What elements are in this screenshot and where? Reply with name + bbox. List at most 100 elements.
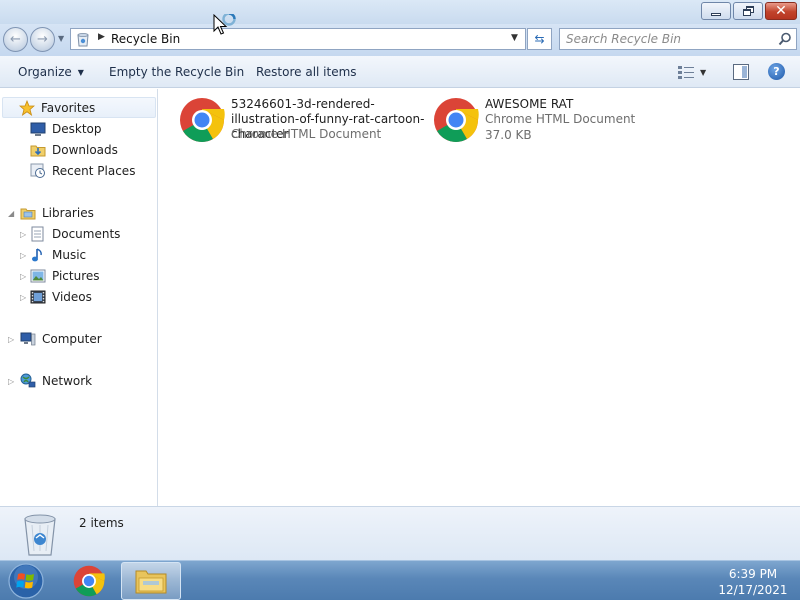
chrome-icon [73,565,105,597]
nav-label: Libraries [42,206,94,220]
close-button[interactable]: ✕ [765,2,797,20]
system-clock[interactable]: 6:39 PM 12/17/2021 [712,566,794,598]
nav-pictures[interactable]: Pictures [30,266,100,286]
empty-recycle-bin-button[interactable]: Empty the Recycle Bin [109,65,244,79]
expand-pictures-icon[interactable]: ▷ [20,272,26,281]
nav-libraries[interactable]: Libraries [20,203,94,223]
chevron-down-icon: ▼ [77,68,84,77]
help-button[interactable]: ? [768,63,785,80]
breadcrumb-recycle-bin[interactable]: Recycle Bin [111,32,180,46]
libraries-icon [20,208,36,220]
back-arrow-icon: ← [10,32,21,47]
computer-icon [20,332,36,346]
nav-documents[interactable]: Documents [30,224,120,244]
refresh-icon: ⇆ [534,32,545,46]
file-type: Chrome HTML Document [485,112,636,126]
nav-label: Downloads [52,143,118,157]
expand-libraries-icon[interactable]: ◢ [8,209,14,218]
file-type: Chrome HTML Document [231,127,382,141]
help-icon: ? [773,65,780,78]
back-button[interactable]: ← [3,27,28,52]
close-icon: ✕ [775,3,787,19]
nav-desktop[interactable]: Desktop [30,119,102,139]
nav-label: Pictures [52,269,100,283]
file-name: AWESOME RAT [485,97,574,111]
search-box[interactable] [559,28,797,50]
nav-label: Videos [52,290,92,304]
busy-cursor-icon [213,14,236,35]
star-icon [19,99,35,116]
file-list: 53246601-3d-rendered-illustration-of-fun… [159,89,800,506]
forward-arrow-icon: → [37,32,48,47]
nav-label: Favorites [41,100,96,115]
folder-icon [135,570,167,594]
address-bar[interactable]: ▶ Recycle Bin ▼ [70,28,526,50]
nav-computer[interactable]: Computer [20,329,102,349]
expand-videos-icon[interactable]: ▷ [20,293,26,302]
file-item[interactable]: AWESOME RAT Chrome HTML Document 37.0 KB [433,97,673,153]
nav-videos[interactable]: Videos [30,287,92,307]
item-count: 2 items [79,516,124,530]
command-bar: Organize ▼ Empty the Recycle Bin Restore … [0,56,800,88]
expand-documents-icon[interactable]: ▷ [20,230,26,239]
downloads-folder-icon [30,145,46,157]
chrome-document-icon [180,98,225,142]
change-view-button[interactable]: ▼ [678,64,712,80]
chevron-down-icon: ▼ [700,67,707,77]
clock-time: 6:39 PM [728,567,778,581]
taskbar-windows-explorer[interactable] [121,562,181,600]
nav-label: Documents [52,227,121,241]
nav-favorites[interactable]: Favorites [2,97,156,118]
minimize-icon [711,12,721,16]
desktop-icon [30,122,46,136]
refresh-button[interactable]: ⇆ [527,28,552,50]
view-options-icon [678,66,694,79]
nav-downloads[interactable]: Downloads [30,140,118,160]
windows-logo-icon [8,563,44,599]
organize-button[interactable]: Organize ▼ [18,65,84,79]
explorer-window: ✕ ← → ▼ ▶ Recycle Bin ▼ ⇆ Search Recycle… [0,0,800,560]
recycle-bin-icon [77,33,89,47]
recent-pages-dropdown-icon[interactable]: ▼ [58,34,64,43]
recent-places-icon [30,163,45,178]
nav-music[interactable]: Music [30,245,86,265]
nav-label: Network [42,374,93,388]
taskbar: 6:39 PM 12/17/2021 [0,560,800,600]
recycle-bin-icon [24,514,56,556]
title-bar[interactable]: ✕ [0,0,800,24]
music-icon [32,248,42,262]
clock-date: 12/17/2021 [718,583,788,597]
restore-icon [742,6,754,16]
expand-network-icon[interactable]: ▷ [8,377,14,386]
nav-network[interactable]: Network [20,371,92,391]
start-button[interactable] [7,563,45,599]
search-input[interactable] [566,32,766,46]
expand-computer-icon[interactable]: ▷ [8,335,14,344]
file-size: 37.0 KB [485,128,532,142]
address-dropdown-icon[interactable]: ▼ [511,33,518,43]
breadcrumb-separator-icon[interactable]: ▶ [98,32,105,42]
nav-label: Desktop [52,122,102,136]
navigation-bar: ← → ▼ ▶ Recycle Bin ▼ ⇆ [0,24,800,56]
network-icon [20,373,36,388]
restore-button[interactable] [733,2,763,20]
preview-pane-button[interactable] [733,64,749,80]
file-item[interactable]: 53246601-3d-rendered-illustration-of-fun… [179,97,424,153]
taskbar-chrome[interactable] [66,563,112,599]
restore-all-items-button[interactable]: Restore all items [256,65,357,79]
pictures-icon [30,269,46,283]
navigation-pane: Favorites Desktop Downloads Recent Place… [0,89,158,506]
documents-icon [31,226,44,242]
search-icon[interactable] [778,32,792,46]
details-pane: 2 items [0,506,800,560]
nav-label: Computer [42,332,102,346]
chrome-document-icon [434,98,479,142]
expand-music-icon[interactable]: ▷ [20,251,26,260]
minimize-button[interactable] [701,2,731,20]
forward-button[interactable]: → [30,27,55,52]
organize-label: Organize [18,65,72,79]
nav-label: Recent Places [52,164,136,178]
videos-icon [30,290,46,304]
nav-label: Music [52,248,87,262]
nav-recent-places[interactable]: Recent Places [30,161,135,181]
